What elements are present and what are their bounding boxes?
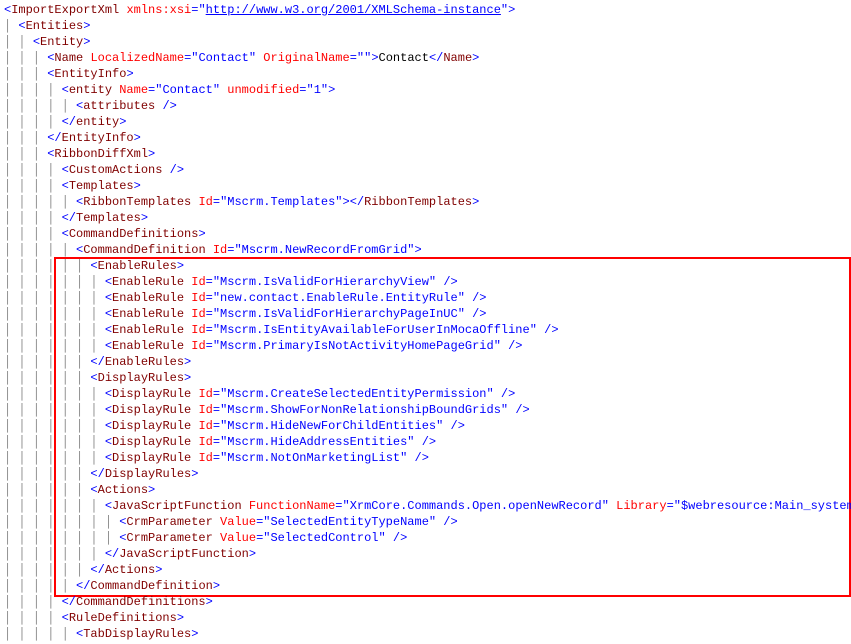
- code-line: │ │ │ │ │ │ <Actions>: [2, 482, 851, 498]
- code-line: │ │ │ │ │ │ │ </JavaScriptFunction>: [2, 546, 851, 562]
- code-line: │ │ │ │ │ │ </DisplayRules>: [2, 466, 851, 482]
- code-line: │ │ │ </EntityInfo>: [2, 130, 851, 146]
- code-line: │ <Entities>: [2, 18, 851, 34]
- code-line: │ │ │ │ │ </CommandDefinition>: [2, 578, 851, 594]
- code-line: │ │ │ │ │ │ │ <EnableRule Id="new.contac…: [2, 290, 851, 306]
- code-line: │ │ │ │ <Templates>: [2, 178, 851, 194]
- code-line: │ │ │ │ │ │ </Actions>: [2, 562, 851, 578]
- code-line: │ │ │ │ │ │ │ │ <CrmParameter Value="Sel…: [2, 514, 851, 530]
- code-line: │ │ │ │ │ │ │ <EnableRule Id="Mscrm.IsVa…: [2, 306, 851, 322]
- code-line: │ │ │ │ │ <TabDisplayRules>: [2, 626, 851, 642]
- code-line: │ │ │ │ │ │ │ <JavaScriptFunction Functi…: [2, 498, 851, 514]
- code-line: │ │ │ <EntityInfo>: [2, 66, 851, 82]
- code-line: │ │ │ │ │ <CommandDefinition Id="Mscrm.N…: [2, 242, 851, 258]
- code-line: │ │ │ │ </CommandDefinitions>: [2, 594, 851, 610]
- code-line: │ │ │ │ │ │ │ <DisplayRule Id="Mscrm.Cre…: [2, 386, 851, 402]
- code-line: <ImportExportXml xmlns:xsi="http://www.w…: [2, 2, 851, 18]
- code-line: │ │ │ │ │ <RibbonTemplates Id="Mscrm.Tem…: [2, 194, 851, 210]
- code-line: │ │ │ │ │ │ │ <EnableRule Id="Mscrm.Prim…: [2, 338, 851, 354]
- code-line: │ │ │ │ <RuleDefinitions>: [2, 610, 851, 626]
- xmlns-url: http://www.w3.org/2001/XMLSchema-instanc…: [206, 3, 501, 17]
- code-line: │ │ │ <RibbonDiffXml>: [2, 146, 851, 162]
- code-line: │ │ │ │ │ │ <EnableRules>: [2, 258, 851, 274]
- code-line: │ │ │ │ │ │ │ <DisplayRule Id="Mscrm.Hid…: [2, 418, 851, 434]
- code-line: │ │ │ │ │ │ <DisplayRules>: [2, 370, 851, 386]
- code-line: │ │ │ │ <CustomActions />: [2, 162, 851, 178]
- code-line: │ │ │ │ │ <attributes />: [2, 98, 851, 114]
- code-line: │ │ │ │ │ │ </EnableRules>: [2, 354, 851, 370]
- code-line: │ │ │ │ │ │ │ │ <CrmParameter Value="Sel…: [2, 530, 851, 546]
- code-line: │ │ │ │ <CommandDefinitions>: [2, 226, 851, 242]
- code-line: │ │ │ │ │ │ │ <DisplayRule Id="Mscrm.Hid…: [2, 434, 851, 450]
- code-line: │ │ │ │ │ │ │ <EnableRule Id="Mscrm.IsVa…: [2, 274, 851, 290]
- code-line: │ │ │ <Name LocalizedName="Contact" Orig…: [2, 50, 851, 66]
- code-line: │ │ <Entity>: [2, 34, 851, 50]
- code-line: │ │ │ │ </Templates>: [2, 210, 851, 226]
- code-line: │ │ │ │ </entity>: [2, 114, 851, 130]
- code-line: │ │ │ │ │ │ │ <DisplayRule Id="Mscrm.Not…: [2, 450, 851, 466]
- code-line: │ │ │ │ │ │ │ <DisplayRule Id="Mscrm.Sho…: [2, 402, 851, 418]
- code-line: │ │ │ │ <entity Name="Contact" unmodifie…: [2, 82, 851, 98]
- code-line: │ │ │ │ │ │ │ <EnableRule Id="Mscrm.IsEn…: [2, 322, 851, 338]
